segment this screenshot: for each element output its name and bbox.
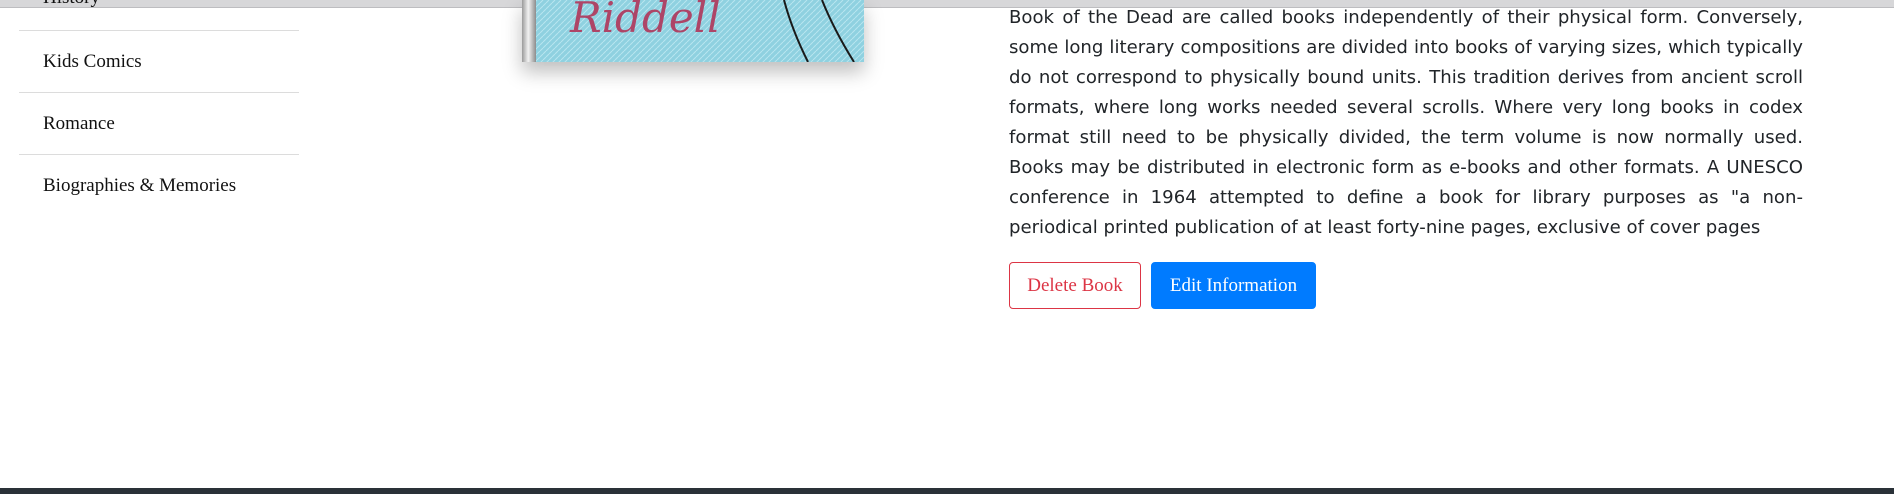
book-cover-image: Riddell — [522, 0, 864, 62]
edit-information-button[interactable]: Edit Information — [1151, 262, 1316, 309]
sidebar-item-label: Kids Comics — [43, 50, 142, 72]
sidebar-item-history[interactable]: History — [19, 0, 299, 31]
page-footer — [0, 488, 1894, 494]
book-description: Book of the Dead are called books indepe… — [1009, 7, 1803, 238]
category-sidebar: History Kids Comics Romance Biographies … — [19, 0, 299, 217]
sidebar-item-label: History — [43, 0, 100, 9]
sidebar-item-romance[interactable]: Romance — [19, 93, 299, 155]
delete-book-button[interactable]: Delete Book — [1009, 262, 1141, 309]
sidebar-item-label: Biographies & Memories — [43, 175, 237, 196]
sidebar-item-kids-comics[interactable]: Kids Comics — [19, 31, 299, 93]
sidebar-item-biographies-memories[interactable]: Biographies & Memories — [19, 155, 299, 217]
cover-author-text: Riddell — [569, 0, 721, 42]
sidebar-item-label: Romance — [43, 112, 115, 134]
